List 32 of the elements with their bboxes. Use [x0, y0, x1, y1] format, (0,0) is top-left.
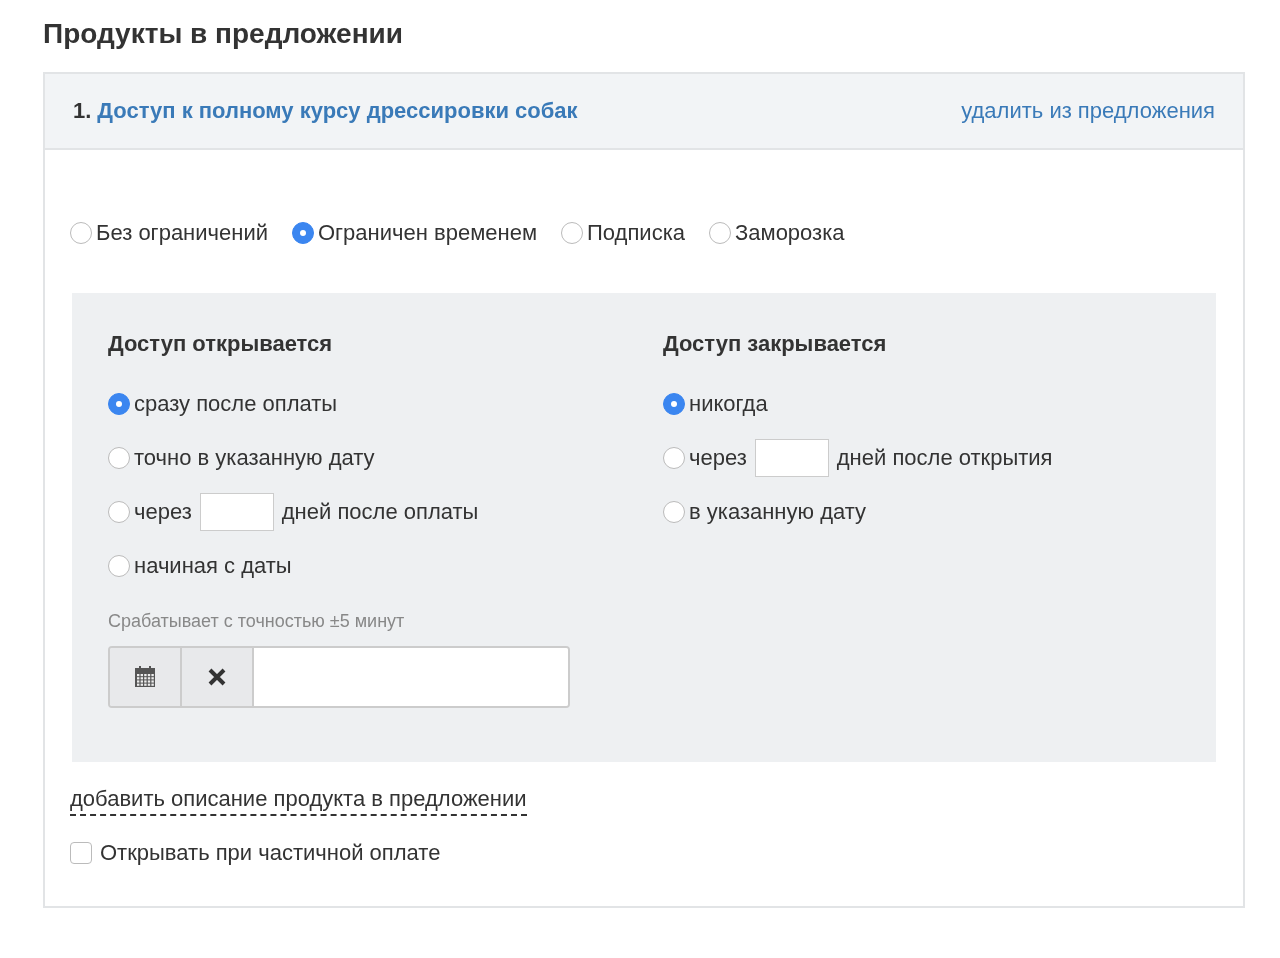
remove-link[interactable]: удалить из предложения: [961, 98, 1215, 124]
column-heading: Доступ закрывается: [663, 331, 888, 357]
access-type-radio[interactable]: Заморозка: [709, 220, 845, 246]
product-name-link[interactable]: Доступ к полному курсу дрессировки собак: [97, 98, 578, 124]
access-type-radio[interactable]: Без ограничений: [70, 220, 268, 246]
radio-button[interactable]: [108, 393, 130, 415]
option-label: никогда: [689, 391, 768, 417]
radio-button[interactable]: [108, 501, 130, 523]
days-input[interactable]: [754, 439, 829, 477]
checkbox[interactable]: [70, 842, 92, 864]
days-input[interactable]: [199, 493, 274, 531]
radio-button[interactable]: [108, 447, 130, 469]
radio-button[interactable]: [663, 501, 685, 523]
column-heading: Доступ открывается: [108, 331, 334, 357]
radio-button[interactable]: [663, 447, 685, 469]
option-label: через: [689, 445, 747, 471]
option-label: точно в указанную дату: [134, 445, 375, 471]
option-label: дней после оплаты: [281, 499, 479, 525]
section-title: Продукты в предложении: [43, 17, 404, 51]
option-label: начиная с даты: [134, 553, 292, 579]
checkbox-label: Открывать при частичной оплате: [100, 840, 441, 866]
radio-button[interactable]: [108, 555, 130, 577]
product-number: 1.: [73, 98, 92, 124]
access-type-radio[interactable]: Ограничен временем: [292, 220, 538, 246]
option-label: в указанную дату: [689, 499, 867, 525]
access-type-radio[interactable]: Подписка: [561, 220, 685, 246]
option-label: дней после открытия: [836, 445, 1053, 471]
hint-text: Срабатывает с точностью ±5 минут: [108, 611, 406, 632]
add-description-link[interactable]: добавить описание продукта в предложении: [70, 786, 527, 816]
option-label: сразу после оплаты: [134, 391, 338, 417]
radio-button[interactable]: [663, 393, 685, 415]
option-label: через: [134, 499, 192, 525]
